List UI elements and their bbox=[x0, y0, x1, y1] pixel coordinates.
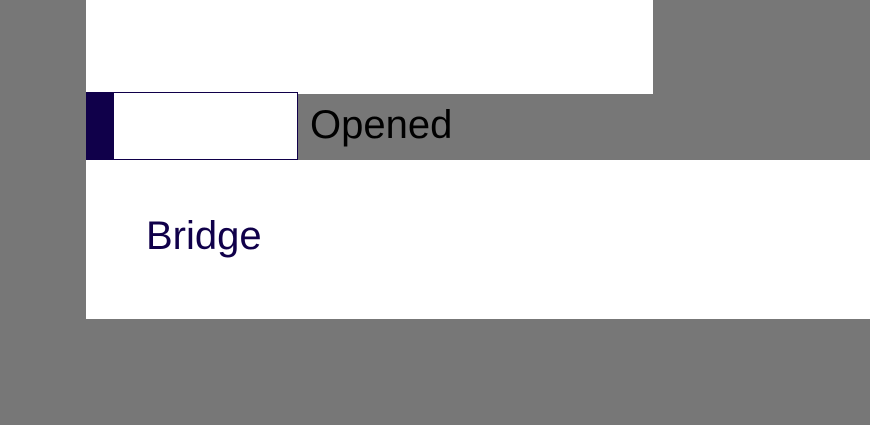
top-panel bbox=[86, 0, 653, 94]
accent-strip bbox=[86, 92, 113, 160]
status-label: Opened bbox=[310, 103, 453, 147]
content-area: Bridge bbox=[86, 160, 870, 319]
status-field[interactable] bbox=[113, 92, 298, 160]
item-label-bridge[interactable]: Bridge bbox=[146, 212, 262, 260]
